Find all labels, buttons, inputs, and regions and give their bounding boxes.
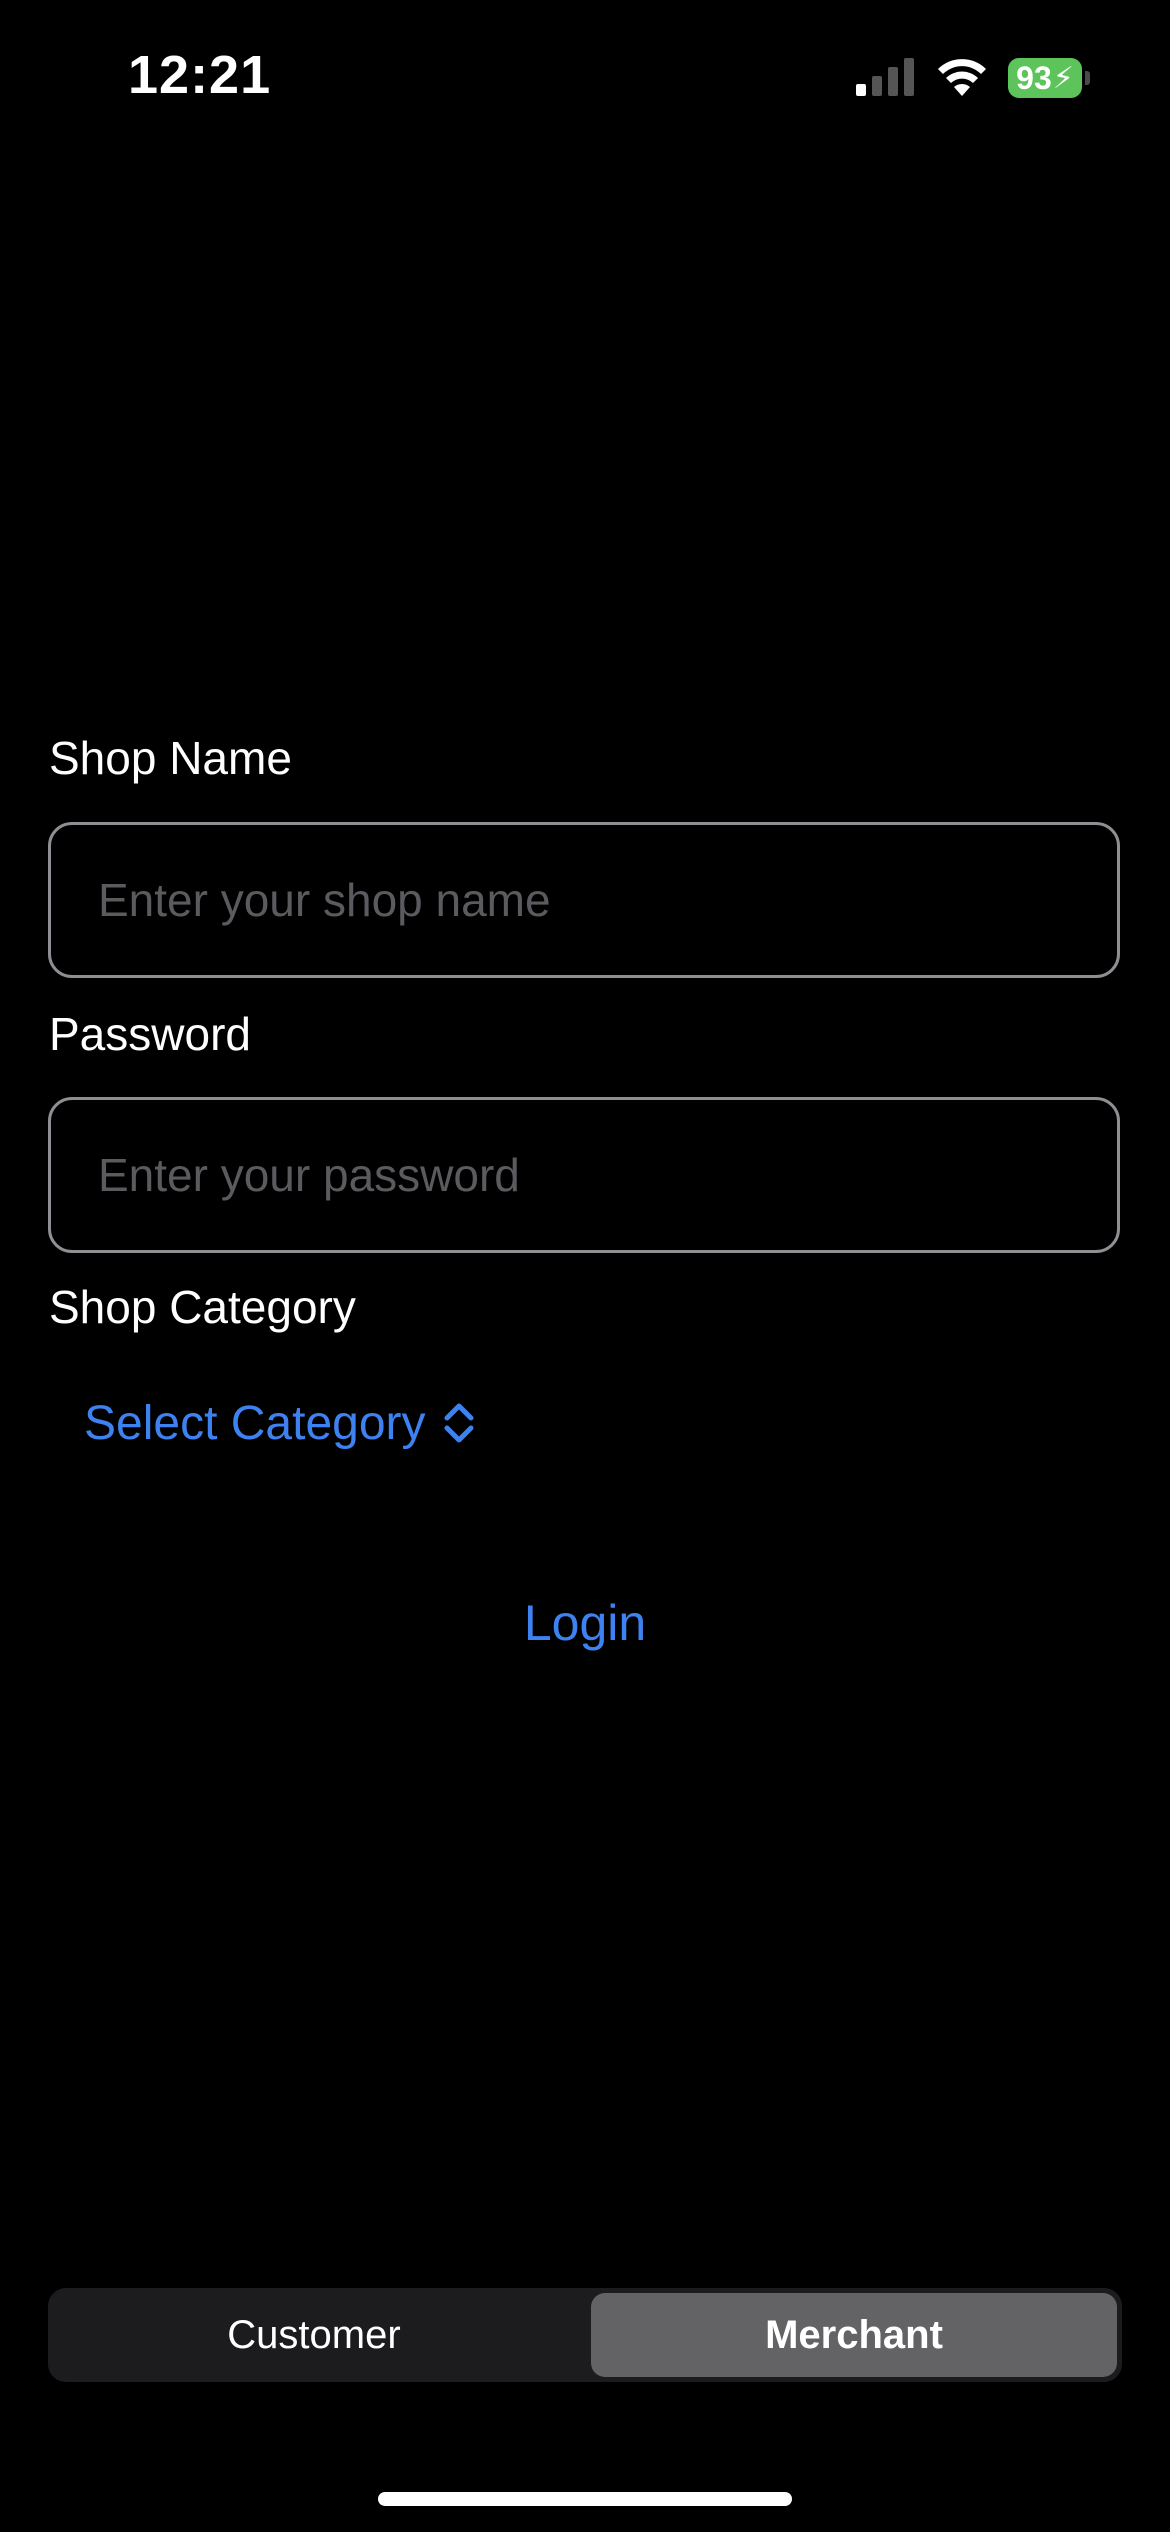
- category-picker-value: Select Category: [84, 1396, 426, 1450]
- shop-name-label: Shop Name: [49, 732, 292, 784]
- user-type-segmented-control: Customer Merchant: [48, 2288, 1122, 2382]
- status-time: 12:21: [128, 45, 272, 105]
- battery-percentage: 93: [1016, 59, 1052, 96]
- segment-merchant[interactable]: Merchant: [591, 2293, 1117, 2377]
- segment-customer[interactable]: Customer: [53, 2293, 575, 2377]
- login-button[interactable]: Login: [485, 1588, 685, 1658]
- battery-icon: 93 ⚡: [1008, 58, 1090, 98]
- home-indicator[interactable]: [378, 2492, 792, 2506]
- wifi-icon: [938, 59, 986, 96]
- password-label: Password: [49, 1008, 251, 1060]
- shop-category-label: Shop Category: [49, 1281, 356, 1333]
- battery-level: 93 ⚡: [1008, 58, 1082, 98]
- shop-name-input[interactable]: [51, 825, 1117, 975]
- charging-bolt-icon: ⚡: [1052, 61, 1074, 95]
- status-bar: 12:21 93 ⚡: [0, 0, 1170, 150]
- cellular-signal-icon: [856, 58, 914, 96]
- shop-name-field-container: [48, 822, 1120, 978]
- battery-cap: [1085, 71, 1090, 85]
- category-picker[interactable]: Select Category: [84, 1388, 476, 1458]
- password-input[interactable]: [51, 1100, 1117, 1250]
- password-field-container: [48, 1097, 1120, 1253]
- chevron-up-down-icon: [444, 1403, 474, 1443]
